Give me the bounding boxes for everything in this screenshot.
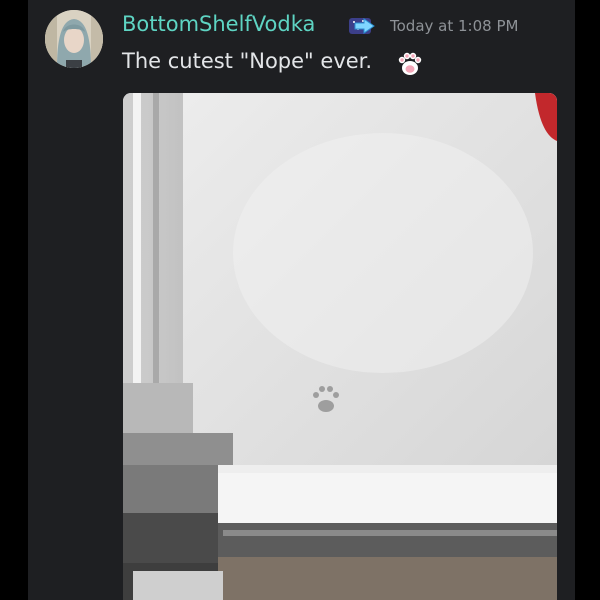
timestamp: Today at 1:08 PM xyxy=(390,17,519,35)
paw-emoji xyxy=(396,50,424,78)
message-text: The cutest "Nope" ever. xyxy=(122,49,373,73)
avatar[interactable] xyxy=(45,10,103,68)
image-attachment[interactable] xyxy=(123,93,557,600)
arrow-right-icon xyxy=(347,14,377,38)
username[interactable]: BottomShelfVodka xyxy=(122,12,315,36)
